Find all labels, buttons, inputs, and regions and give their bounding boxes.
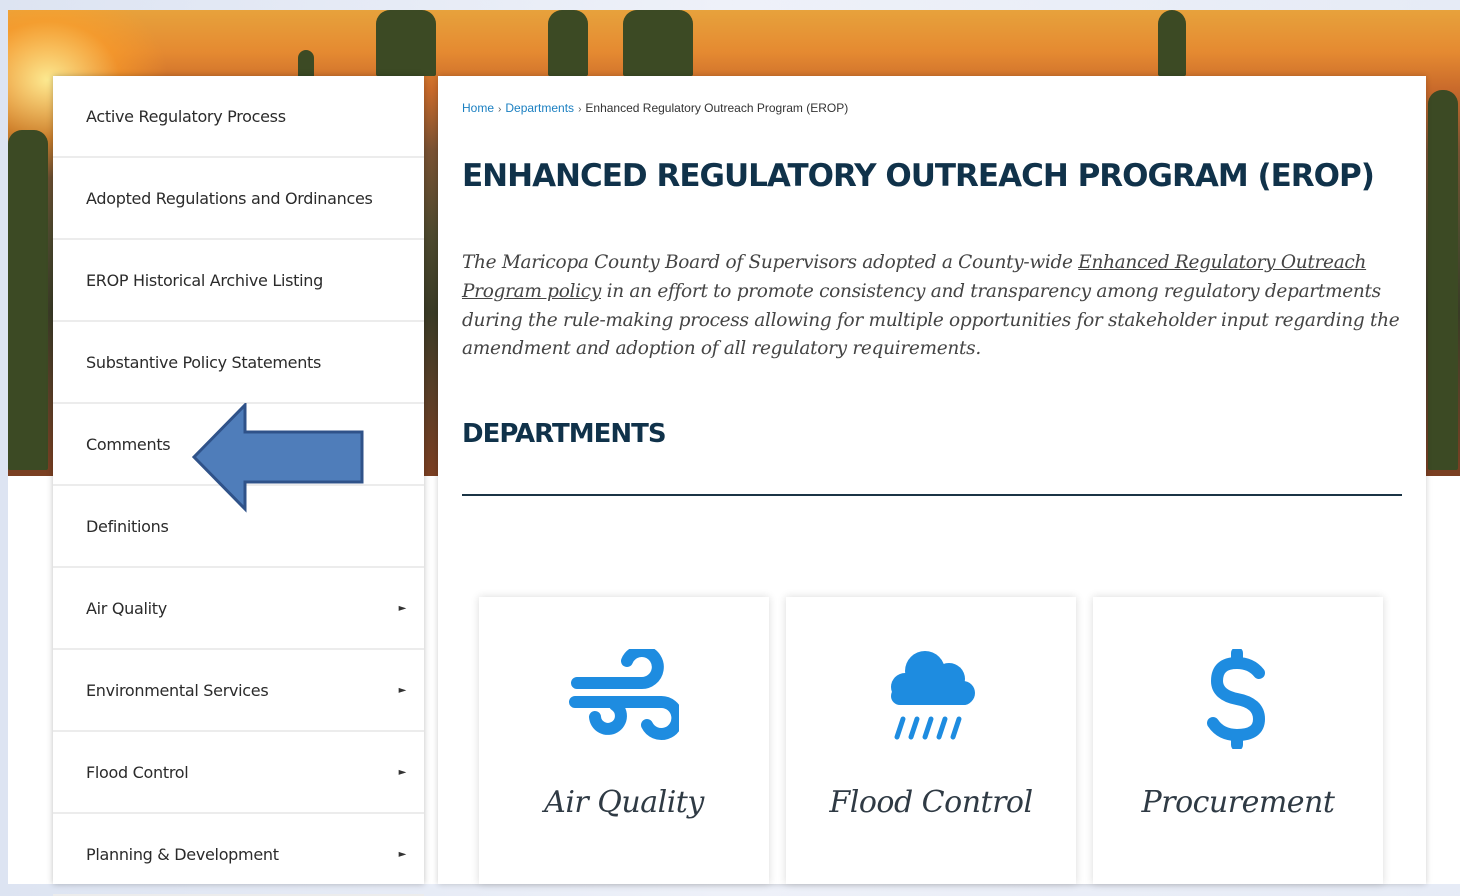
section-divider [462, 494, 1402, 496]
sidebar-item-label: Planning & Development [86, 844, 279, 864]
card-flood-control[interactable]: Flood Control [786, 597, 1076, 884]
sidebar-item-label: Air Quality [86, 598, 167, 618]
card-label: Procurement [1141, 785, 1335, 820]
sidebar-item-label: Definitions [86, 516, 169, 536]
intro-text-end: in an effort to promote consistency and … [462, 280, 1400, 360]
sidebar-item-label: Substantive Policy Statements [86, 352, 322, 372]
sidebar-item-air-quality[interactable]: Air Quality ► [53, 568, 424, 650]
caret-right-icon[interactable]: ► [399, 603, 407, 614]
breadcrumb: Home › Departments › Enhanced Regulatory Out… [462, 101, 848, 115]
sidebar-item-flood-control[interactable]: Flood Control ► [53, 732, 424, 814]
card-procurement[interactable]: Procurement [1093, 597, 1383, 884]
intro-paragraph: The Maricopa County Board of Supervisors… [462, 249, 1402, 364]
caret-right-icon[interactable]: ► [399, 685, 407, 696]
sidebar-item-environmental-services[interactable]: Environmental Services ► [53, 650, 424, 732]
breadcrumb-separator: › [498, 104, 502, 115]
page-title: ENHANCED REGULATORY OUTREACH PROGRAM (ER… [462, 158, 1375, 194]
rain-cloud-icon [891, 651, 975, 740]
sidebar-item-label: EROP Historical Archive Listing [86, 270, 323, 290]
caret-right-icon[interactable]: ► [399, 849, 407, 860]
main-content: Home › Departments › Enhanced Regulatory Out… [438, 76, 1426, 884]
departments-heading: DEPARTMENTS [462, 419, 667, 449]
sidebar-item-label: Flood Control [86, 762, 189, 782]
sidebar-item-label: Active Regulatory Process [86, 106, 286, 126]
sidebar-item-erop-historical-archive[interactable]: EROP Historical Archive Listing [53, 240, 424, 322]
breadcrumb-current: Enhanced Regulatory Outreach Program (ER… [585, 101, 849, 115]
breadcrumb-departments-link[interactable]: Departments [505, 101, 574, 115]
card-air-quality[interactable]: Air Quality [479, 597, 769, 884]
breadcrumb-separator: › [578, 104, 582, 115]
wind-icon [569, 649, 679, 740]
dollar-icon [1207, 649, 1265, 749]
sidebar-item-label: Comments [86, 434, 171, 454]
sidebar-item-label: Environmental Services [86, 680, 269, 700]
sidebar-item-substantive-policy-statements[interactable]: Substantive Policy Statements [53, 322, 424, 404]
breadcrumb-home-link[interactable]: Home [462, 101, 494, 115]
caret-right-icon[interactable]: ► [399, 767, 407, 778]
card-label: Flood Control [829, 785, 1033, 820]
sidebar-item-label: Adopted Regulations and Ordinances [86, 188, 373, 208]
sidebar-item-adopted-regulations[interactable]: Adopted Regulations and Ordinances [53, 158, 424, 240]
intro-text-start: The Maricopa County Board of Supervisors… [462, 252, 1079, 273]
sidebar-item-active-regulatory-process[interactable]: Active Regulatory Process [53, 76, 424, 158]
card-label: Air Quality [544, 785, 704, 820]
annotation-arrow-icon [192, 403, 364, 513]
